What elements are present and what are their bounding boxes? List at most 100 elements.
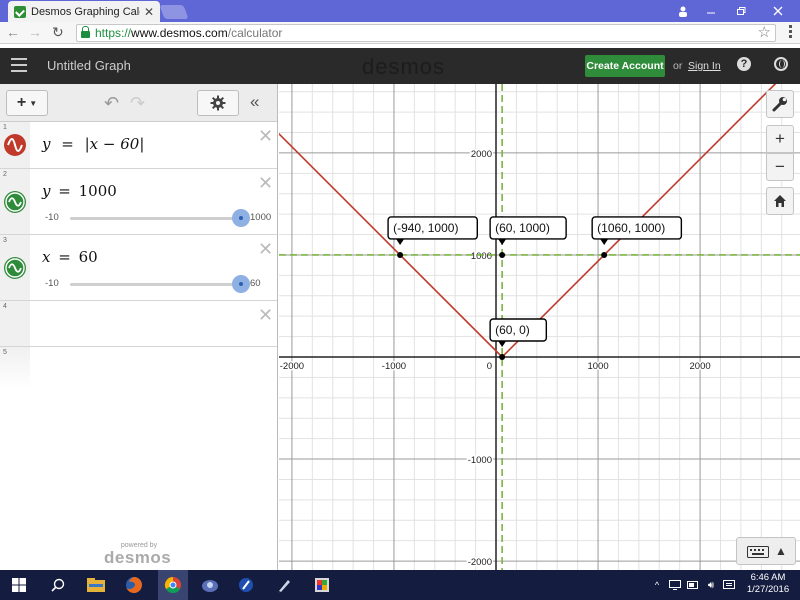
- reload-icon[interactable]: ↻: [52, 24, 64, 41]
- volume-icon[interactable]: 🔊︎: [704, 570, 718, 600]
- taskbar-clock[interactable]: 6:46 AM 1/27/2016: [742, 572, 794, 596]
- y-tick-label: 1000: [471, 251, 492, 262]
- expression-row-2[interactable]: 2 y = 1000 -10 1000 ✕: [0, 169, 277, 235]
- battery-icon[interactable]: [686, 570, 700, 600]
- create-account-button[interactable]: Create Account: [585, 55, 665, 77]
- point-label-pointer: [498, 238, 507, 245]
- point-label-pointer: [498, 341, 507, 347]
- new-tab-button[interactable]: [159, 5, 189, 19]
- home-icon: [774, 195, 786, 207]
- intersection-point: [499, 251, 506, 258]
- graph-wave-icon[interactable]: [4, 134, 26, 156]
- keypad-toggle-button[interactable]: ▲: [736, 537, 796, 565]
- chrome-icon[interactable]: [158, 570, 188, 600]
- firefox-icon[interactable]: [120, 570, 148, 600]
- powered-by-logo[interactable]: desmos: [104, 548, 171, 568]
- x-tick-label: 2000: [690, 361, 711, 372]
- window-close-icon[interactable]: [756, 0, 800, 22]
- globe-language-icon[interactable]: [774, 57, 788, 71]
- network-icon[interactable]: [668, 570, 682, 600]
- expression-row-5[interactable]: 5: [0, 347, 277, 389]
- browser-tab[interactable]: Desmos Graphing Calculat ✕: [8, 1, 160, 22]
- shield-icon[interactable]: [308, 570, 336, 600]
- tab-close-icon[interactable]: ✕: [144, 5, 154, 19]
- clock-time: 6:46 AM: [750, 572, 786, 583]
- graph-settings-button[interactable]: [766, 90, 794, 118]
- minimize-icon[interactable]: [696, 0, 726, 22]
- expression-math[interactable]: x = 60: [42, 248, 98, 266]
- slider-max-label[interactable]: 60: [250, 278, 261, 289]
- delete-expression-icon[interactable]: ✕: [258, 239, 273, 260]
- search-icon[interactable]: [44, 570, 72, 600]
- pen-icon[interactable]: [270, 570, 298, 600]
- expression-row-4[interactable]: 4 ✕: [0, 301, 277, 347]
- restore-icon[interactable]: [726, 0, 756, 22]
- windows-taskbar: ^ 🔊︎: [0, 570, 800, 600]
- help-icon[interactable]: ?: [737, 57, 751, 71]
- desmos-favicon-icon: [14, 5, 26, 18]
- slider-track[interactable]: [70, 217, 242, 220]
- start-icon[interactable]: [4, 570, 34, 600]
- expression-row-3[interactable]: 3 x = 60 -10 60 ✕: [0, 235, 277, 301]
- x-tick-label: -1000: [382, 361, 406, 372]
- slider-track[interactable]: [70, 283, 242, 286]
- tab-title: Desmos Graphing Calculat: [31, 5, 140, 18]
- expression-row-1[interactable]: 1 y = |x − 60| ✕: [0, 122, 277, 169]
- point-label: (60, 1000): [495, 221, 550, 235]
- expression-math[interactable]: y = |x − 60|: [42, 135, 144, 153]
- wrench-icon: [772, 97, 787, 112]
- zoom-out-button[interactable]: −: [766, 153, 794, 181]
- keyboard-icon: [747, 546, 769, 558]
- point-label-pointer: [396, 238, 405, 245]
- slider-knob[interactable]: [232, 275, 250, 293]
- graph-paper[interactable]: -2000 -1000 0 1000 2000 2000 1000 -1000 -2000 (-9…: [279, 84, 800, 570]
- zoom-in-button[interactable]: +: [766, 125, 794, 153]
- user-profile-icon[interactable]: [670, 0, 696, 22]
- slider-wave-icon[interactable]: [4, 191, 26, 213]
- collapse-panel-icon[interactable]: «: [250, 92, 259, 112]
- clock-date: 1/27/2016: [746, 584, 790, 595]
- row-number: 5: [3, 349, 7, 356]
- slider-min-label[interactable]: -10: [45, 212, 59, 223]
- sign-in-link[interactable]: Sign In: [688, 60, 721, 72]
- row-number: 2: [3, 171, 7, 178]
- intersection-point: [397, 251, 404, 258]
- browser-tab-strip: Desmos Graphing Calculat ✕: [0, 0, 800, 22]
- chevron-up-icon[interactable]: ^: [650, 570, 664, 600]
- lock-icon: [81, 26, 90, 38]
- x-tick-label: -2000: [280, 361, 304, 372]
- url-host: www.desmos.com: [131, 26, 228, 40]
- app-icon-2[interactable]: [232, 570, 260, 600]
- expression-math[interactable]: y = 1000: [42, 182, 117, 200]
- browser-menu-icon[interactable]: [789, 25, 792, 40]
- y-tick-label: -1000: [468, 455, 492, 466]
- undo-icon[interactable]: ↶: [104, 93, 119, 114]
- add-item-button[interactable]: + ▼: [6, 90, 48, 116]
- hamburger-icon[interactable]: [11, 58, 27, 76]
- delete-expression-icon[interactable]: ✕: [258, 126, 273, 147]
- url-path: /calculator: [227, 26, 283, 40]
- minus-icon: −: [775, 157, 785, 176]
- graph-title[interactable]: Untitled Graph: [47, 58, 131, 73]
- delete-expression-icon[interactable]: ✕: [258, 305, 273, 326]
- bookmark-star-icon[interactable]: ☆: [758, 23, 771, 41]
- slider-min-label[interactable]: -10: [45, 278, 59, 289]
- redo-icon[interactable]: ↷: [130, 93, 145, 114]
- x-tick-label: 1000: [587, 361, 608, 372]
- settings-button[interactable]: [197, 90, 239, 116]
- slider-max-label[interactable]: 1000: [250, 212, 271, 223]
- home-button[interactable]: [766, 187, 794, 215]
- notification-icon[interactable]: [722, 570, 736, 600]
- graph-canvas[interactable]: -2000 -1000 0 1000 2000 2000 1000 -1000 -2000 (-9…: [279, 84, 800, 570]
- back-arrow-icon[interactable]: ←: [6, 24, 20, 40]
- desmos-logo: desmos: [362, 54, 446, 79]
- file-explorer-icon[interactable]: [82, 570, 110, 600]
- delete-expression-icon[interactable]: ✕: [258, 173, 273, 194]
- slider-knob[interactable]: [232, 209, 250, 227]
- row-number: 3: [3, 237, 7, 244]
- app-icon[interactable]: [196, 570, 224, 600]
- slider-wave-icon[interactable]: [4, 257, 26, 279]
- forward-arrow-icon[interactable]: →: [28, 24, 42, 40]
- url-field[interactable]: https:// www.desmos.com /calculator ☆: [76, 24, 776, 42]
- gear-icon: [210, 95, 226, 111]
